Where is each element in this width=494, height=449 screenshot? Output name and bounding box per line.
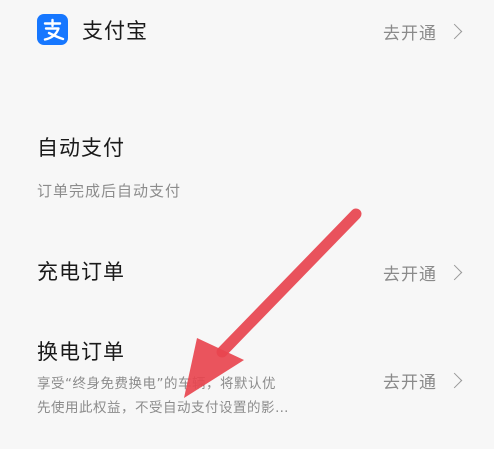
alipay-label: 支付宝 bbox=[82, 19, 148, 43]
charging-order-title: 充电订单 bbox=[37, 260, 125, 284]
swap-order-desc-line2: 先使用此权益，不受自动支付设置的影… bbox=[37, 400, 289, 416]
auto-pay-title: 自动支付 bbox=[37, 136, 125, 160]
auto-pay-subtitle: 订单完成后自动支付 bbox=[37, 182, 182, 200]
charging-order-row[interactable]: 充电订单 去开通 bbox=[0, 240, 494, 300]
swap-order-activate-button[interactable]: 去开通 bbox=[383, 368, 463, 393]
alipay-icon bbox=[37, 14, 68, 45]
chevron-right-icon bbox=[446, 23, 463, 40]
chevron-right-icon bbox=[446, 372, 463, 389]
swap-order-title: 换电订单 bbox=[37, 340, 125, 364]
charging-order-activate-button[interactable]: 去开通 bbox=[383, 260, 463, 285]
alipay-activate-label: 去开通 bbox=[383, 24, 437, 44]
swap-order-desc-line1: 享受“终身免费换电”的车辆，将默认优 bbox=[37, 376, 276, 392]
alipay-activate-button[interactable]: 去开通 bbox=[383, 19, 463, 44]
charging-order-activate-label: 去开通 bbox=[383, 265, 437, 285]
swap-order-description: 享受“终身免费换电”的车辆，将默认优 先使用此权益，不受自动支付设置的影… bbox=[37, 372, 347, 420]
swap-order-activate-label: 去开通 bbox=[383, 373, 437, 393]
alipay-row[interactable]: 支付宝 去开通 bbox=[0, 0, 494, 60]
chevron-right-icon bbox=[446, 264, 463, 281]
